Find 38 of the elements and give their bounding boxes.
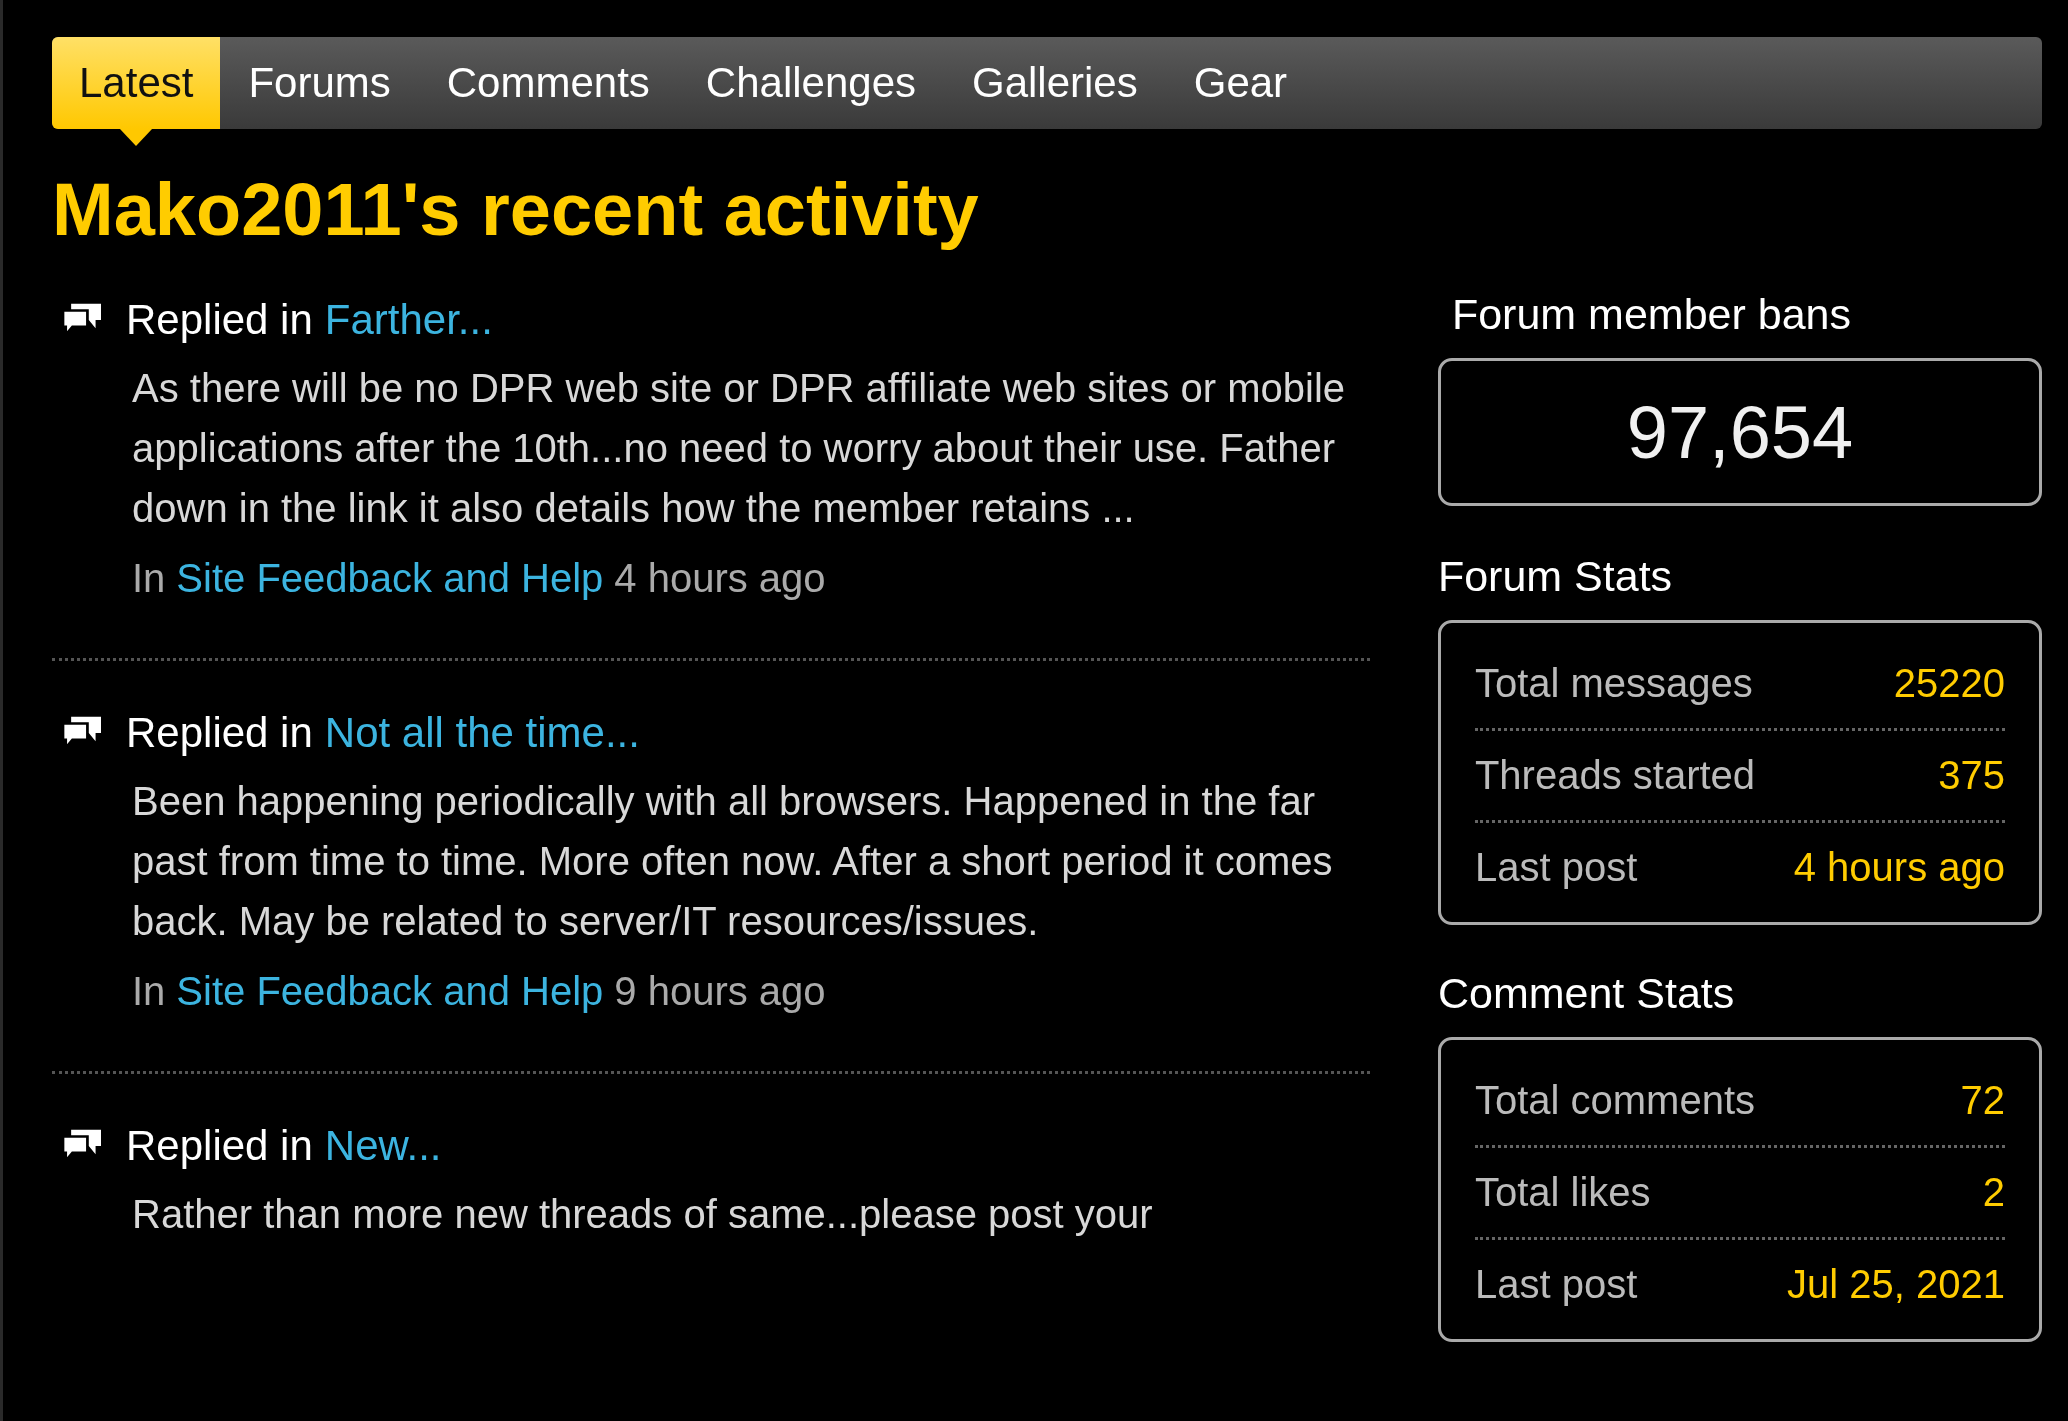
post-excerpt: As there will be no DPR web site or DPR affiliate web sites or mobile applications after the 10th...no need to worry about their use. Father down in the link it also details how the member retains ...	[132, 365, 1347, 533]
post-excerpt: Rather than more new threads of same...please post your	[132, 1191, 1154, 1239]
nav-tab[interactable]: Forums	[220, 37, 419, 129]
page-title: Mako2011's recent activity	[52, 169, 980, 251]
forum-link[interactable]: Site Feedback and Help	[176, 961, 604, 1022]
tab-pointer-icon	[120, 129, 153, 146]
panel-heading: Comment Stats	[1437, 968, 1736, 1020]
stat-label: Total likes	[1474, 1170, 1651, 1216]
in-label: In	[132, 968, 166, 1016]
activity-action: Replied in	[126, 296, 313, 345]
post-time: 4 hours ago	[614, 555, 826, 603]
stat-label: Last post	[1474, 1262, 1638, 1308]
post-time: 9 hours ago	[614, 968, 826, 1016]
forum-link[interactable]: Site Feedback and Help	[176, 548, 604, 609]
stat-label: Last post	[1474, 845, 1638, 891]
nav-tab[interactable]: Challenges	[677, 37, 944, 129]
thread-link[interactable]: New...	[324, 1122, 442, 1171]
stat-label: Total messages	[1474, 661, 1753, 707]
stat-value: Jul 25, 2021	[1787, 1262, 2005, 1308]
stat-value: 2	[1982, 1170, 2005, 1216]
panel-heading: Forum member bans	[1450, 289, 1852, 341]
post-excerpt: Been happening periodically with all browsers. Happened in the far past from time to time. More often now. After a short period it comes back. May be related to server/IT resources/issues.	[132, 778, 1334, 946]
activity-action: Replied in	[126, 709, 313, 758]
stat-value: 4 hours ago	[1793, 845, 2005, 891]
stat-value: 375	[1938, 753, 2005, 799]
panel-heading: Forum Stats	[1437, 551, 1674, 603]
stat-value: 25220	[1893, 661, 2005, 707]
bans-count: 97,654	[1626, 389, 1854, 475]
in-label: In	[132, 555, 166, 603]
stat-value: 72	[1960, 1078, 2005, 1124]
nav-tab[interactable]: Gear	[1165, 37, 1316, 129]
thread-link[interactable]: Not all the time...	[324, 709, 640, 758]
stat-label: Total comments	[1474, 1078, 1756, 1124]
stat-label: Threads started	[1474, 753, 1756, 799]
nav-tab[interactable]: Comments	[418, 37, 678, 129]
activity-action: Replied in	[126, 1122, 313, 1171]
thread-link[interactable]: Farther...	[324, 296, 493, 345]
nav-tab[interactable]: Galleries	[944, 37, 1166, 129]
